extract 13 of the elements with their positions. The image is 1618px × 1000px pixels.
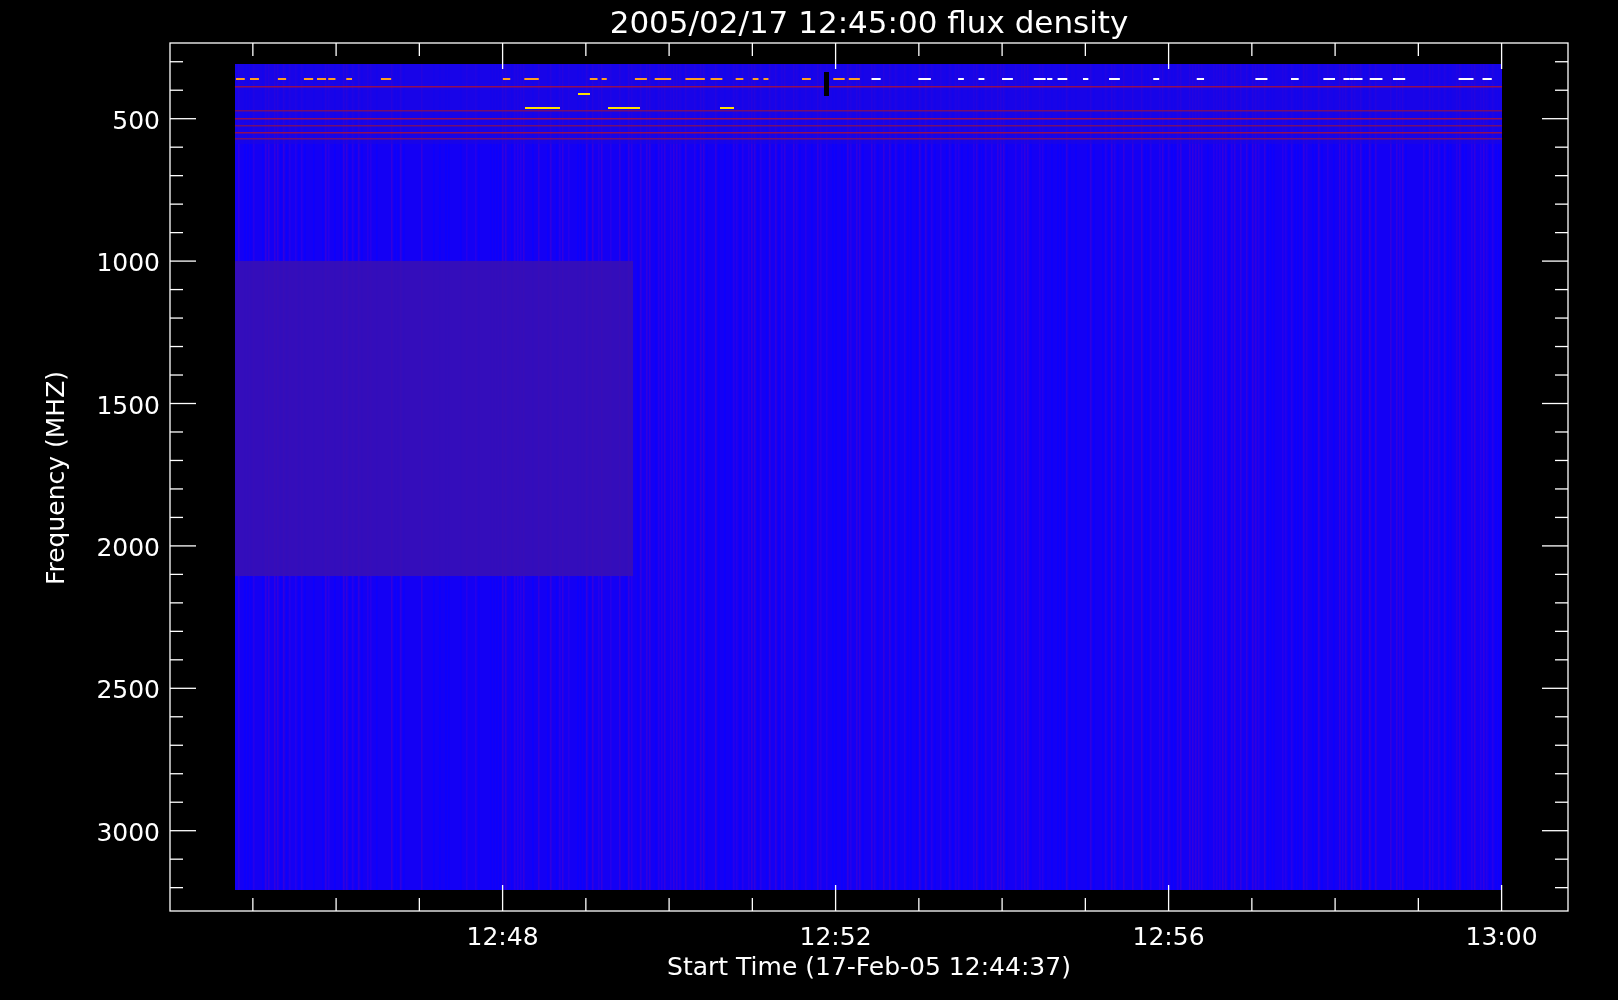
x-tick-label: 13:00 (1465, 922, 1538, 951)
y-axis-title: Frequency (MHZ) (41, 370, 70, 586)
plot-title: 2005/02/17 12:45:00 flux density (609, 4, 1129, 40)
y-tick-label: 1000 (96, 248, 160, 278)
x-tick-label: 12:56 (1132, 922, 1205, 951)
y-tick-label: 3000 (96, 817, 160, 847)
y-tick-label: 2000 (96, 532, 160, 562)
y-tick-label: 1500 (96, 390, 160, 420)
y-tick-label: 2500 (96, 675, 160, 705)
x-tick-label: 12:48 (466, 922, 539, 951)
x-tick-label: 12:52 (799, 922, 872, 951)
x-axis-title: Start Time (17-Feb-05 12:44:37) (667, 952, 1071, 981)
y-tick-label: 500 (112, 105, 160, 135)
